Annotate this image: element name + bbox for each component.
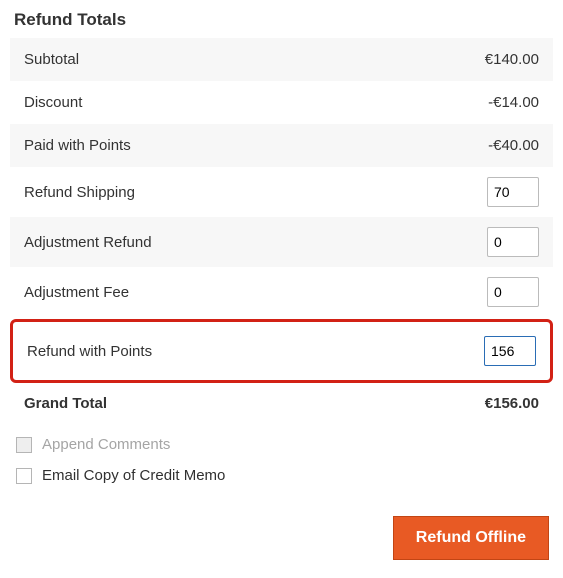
refund-with-points-input[interactable] [484,336,536,366]
adjustment-fee-label: Adjustment Fee [24,284,129,301]
subtotal-label: Subtotal [24,51,79,68]
refund-shipping-label: Refund Shipping [24,184,135,201]
refund-totals-table: Subtotal €140.00 Discount -€14.00 Paid w… [10,38,553,422]
discount-value: -€14.00 [488,94,539,111]
append-comments-label: Append Comments [42,436,170,453]
adjustment-fee-input[interactable] [487,277,539,307]
section-title: Refund Totals [14,10,553,30]
email-copy-checkbox[interactable] [16,468,32,484]
refund-with-points-label: Refund with Points [27,343,152,360]
adjustment-refund-label: Adjustment Refund [24,234,152,251]
row-adjustment-fee: Adjustment Fee [10,267,553,317]
subtotal-value: €140.00 [485,51,539,68]
grand-total-label: Grand Total [24,395,107,412]
row-grand-total: Grand Total €156.00 [10,385,553,422]
refund-shipping-input[interactable] [487,177,539,207]
append-comments-row: Append Comments [16,436,547,453]
row-adjustment-refund: Adjustment Refund [10,217,553,267]
button-row: Refund Offline [10,498,553,564]
row-paid-with-points: Paid with Points -€40.00 [10,124,553,167]
refund-offline-button[interactable]: Refund Offline [393,516,549,560]
row-refund-shipping: Refund Shipping [10,167,553,217]
checkbox-group: Append Comments Email Copy of Credit Mem… [10,422,553,484]
paid-with-points-label: Paid with Points [24,137,131,154]
row-discount: Discount -€14.00 [10,81,553,124]
email-copy-label: Email Copy of Credit Memo [42,467,225,484]
row-refund-with-points: Refund with Points [10,319,553,383]
discount-label: Discount [24,94,82,111]
adjustment-refund-input[interactable] [487,227,539,257]
grand-total-value: €156.00 [485,395,539,412]
append-comments-checkbox [16,437,32,453]
row-subtotal: Subtotal €140.00 [10,38,553,81]
email-copy-row[interactable]: Email Copy of Credit Memo [16,467,547,484]
paid-with-points-value: -€40.00 [488,137,539,154]
